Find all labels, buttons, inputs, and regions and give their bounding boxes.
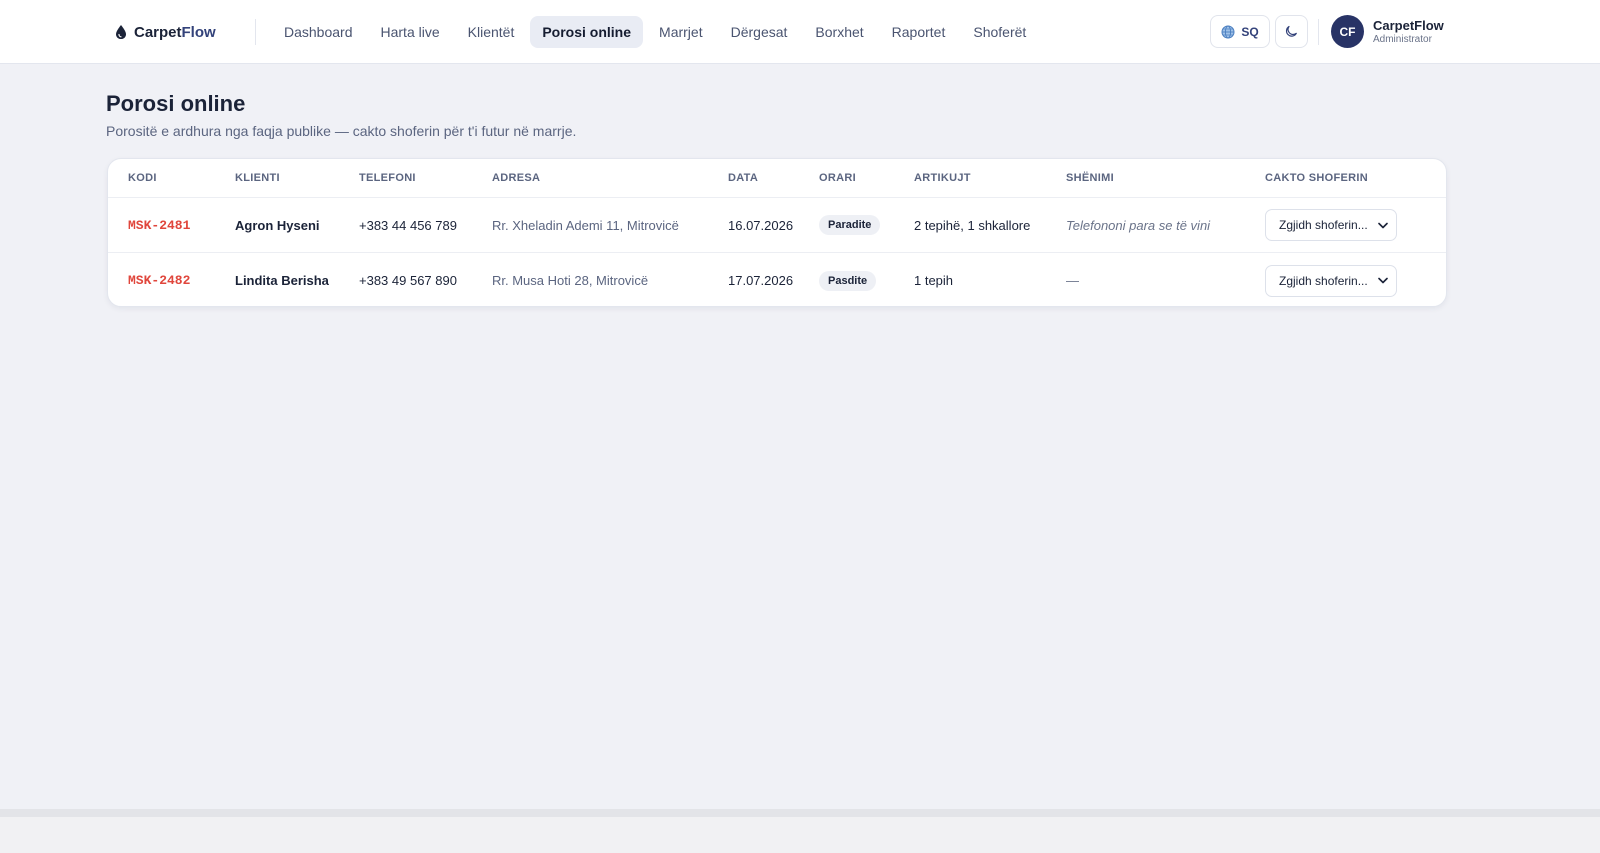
client-name: Lindita Berisha <box>235 273 329 288</box>
drop-icon <box>116 25 126 39</box>
page-subtitle: Porositë e ardhura nga faqja publike — c… <box>106 123 577 139</box>
order-date: 17.07.2026 <box>728 273 794 288</box>
address: Rr. Xheladin Ademi 11, Mitrovicë <box>492 217 679 233</box>
order-code: MSK-2482 <box>128 253 191 306</box>
time-slot-badge: Paradite <box>819 215 881 235</box>
column-header-kodi: KODI <box>128 172 157 184</box>
time-slot: Pasdite <box>819 253 877 306</box>
table-header: KODI KLIENTI TELEFONI ADRESA DATA ORARI … <box>108 159 1446 198</box>
order-note: — <box>1066 273 1079 288</box>
chevron-down-icon <box>1378 277 1388 284</box>
column-header-cakto-shoferin: CAKTO SHOFERIN <box>1265 172 1369 184</box>
brand-name-part1: Carpet <box>134 23 182 41</box>
top-navbar: CarpetFlow Dashboard Harta live Klientët… <box>0 0 1600 64</box>
order-note: Telefononi para se të vini <box>1066 217 1211 233</box>
page-title: Porosi online <box>106 91 246 116</box>
nav-item-klientet[interactable]: Klientët <box>456 16 527 48</box>
driver-select-value: Zgjidh shoferin... <box>1279 218 1368 232</box>
moon-icon <box>1285 25 1297 37</box>
driver-select[interactable]: Zgjidh shoferin... <box>1265 209 1397 241</box>
nav-item-dashboard[interactable]: Dashboard <box>272 16 365 48</box>
column-header-orari: ORARI <box>819 172 856 184</box>
nav-item-marrjet[interactable]: Marrjet <box>647 16 715 48</box>
brand-logo[interactable]: CarpetFlow <box>114 20 216 44</box>
address: Rr. Musa Hoti 28, Mitrovicë <box>492 273 649 288</box>
column-header-artikujt: ARTIKUJT <box>914 172 971 184</box>
footer-divider <box>0 809 1600 817</box>
driver-cell: Zgjidh shoferin... <box>1265 253 1397 306</box>
order-code-text: MSK-2481 <box>128 217 191 233</box>
order-date: 16.07.2026 <box>728 217 794 233</box>
driver-cell: Zgjidh shoferin... <box>1265 198 1397 252</box>
divider <box>1318 19 1319 45</box>
nav-item-porosi-online[interactable]: Porosi online <box>530 15 644 48</box>
nav-item-dergesat[interactable]: Dërgesat <box>719 16 800 48</box>
order-code: MSK-2481 <box>128 198 190 252</box>
phone-number: +383 49 567 890 <box>359 273 457 288</box>
divider <box>255 19 256 45</box>
language-label: SQ <box>1241 24 1259 39</box>
driver-select-value: Zgjidh shoferin... <box>1279 273 1368 288</box>
nav-item-borxhet[interactable]: Borxhet <box>803 16 875 48</box>
order-items: 1 tepih <box>914 273 954 288</box>
nav-item-harta-live[interactable]: Harta live <box>369 16 452 48</box>
column-header-adresa: ADRESA <box>492 172 541 184</box>
language-button[interactable]: SQ <box>1210 15 1270 48</box>
column-header-data: DATA <box>728 172 759 184</box>
user-name: CarpetFlow <box>1373 18 1444 33</box>
table-row: MSK-2481 Agron Hyseni +383 44 456 789 Rr… <box>108 198 1446 253</box>
chevron-down-icon <box>1378 222 1388 228</box>
nav-item-raportet[interactable]: Raportet <box>880 16 958 48</box>
theme-toggle-button[interactable] <box>1275 15 1308 48</box>
client-name: Agron Hyseni <box>235 217 320 233</box>
phone-number: +383 44 456 789 <box>359 217 457 233</box>
main-nav: Dashboard Harta live Klientët Porosi onl… <box>272 15 1038 48</box>
globe-icon <box>1221 25 1235 38</box>
time-slot-badge: Pasdite <box>819 270 877 291</box>
brand-name: CarpetFlow <box>134 24 216 41</box>
avatar[interactable]: CF <box>1331 15 1364 48</box>
order-code-text: MSK-2482 <box>128 273 191 288</box>
order-items: 2 tepihë, 1 shkallore <box>914 217 1031 233</box>
table-row: MSK-2482 Lindita Berisha +383 49 567 890… <box>108 253 1446 306</box>
orders-table: KODI KLIENTI TELEFONI ADRESA DATA ORARI … <box>107 158 1447 307</box>
time-slot: Paradite <box>819 198 881 252</box>
footer <box>0 817 1600 853</box>
column-header-shenimi: SHËNIMI <box>1066 172 1114 184</box>
user-role: Administrator <box>1373 34 1432 45</box>
column-header-klienti: KLIENTI <box>235 172 280 184</box>
column-header-telefoni: TELEFONI <box>359 172 416 184</box>
driver-select[interactable]: Zgjidh shoferin... <box>1265 264 1397 297</box>
nav-item-shoferet[interactable]: Shoferët <box>961 16 1038 48</box>
brand-name-part2: Flow <box>181 23 216 41</box>
